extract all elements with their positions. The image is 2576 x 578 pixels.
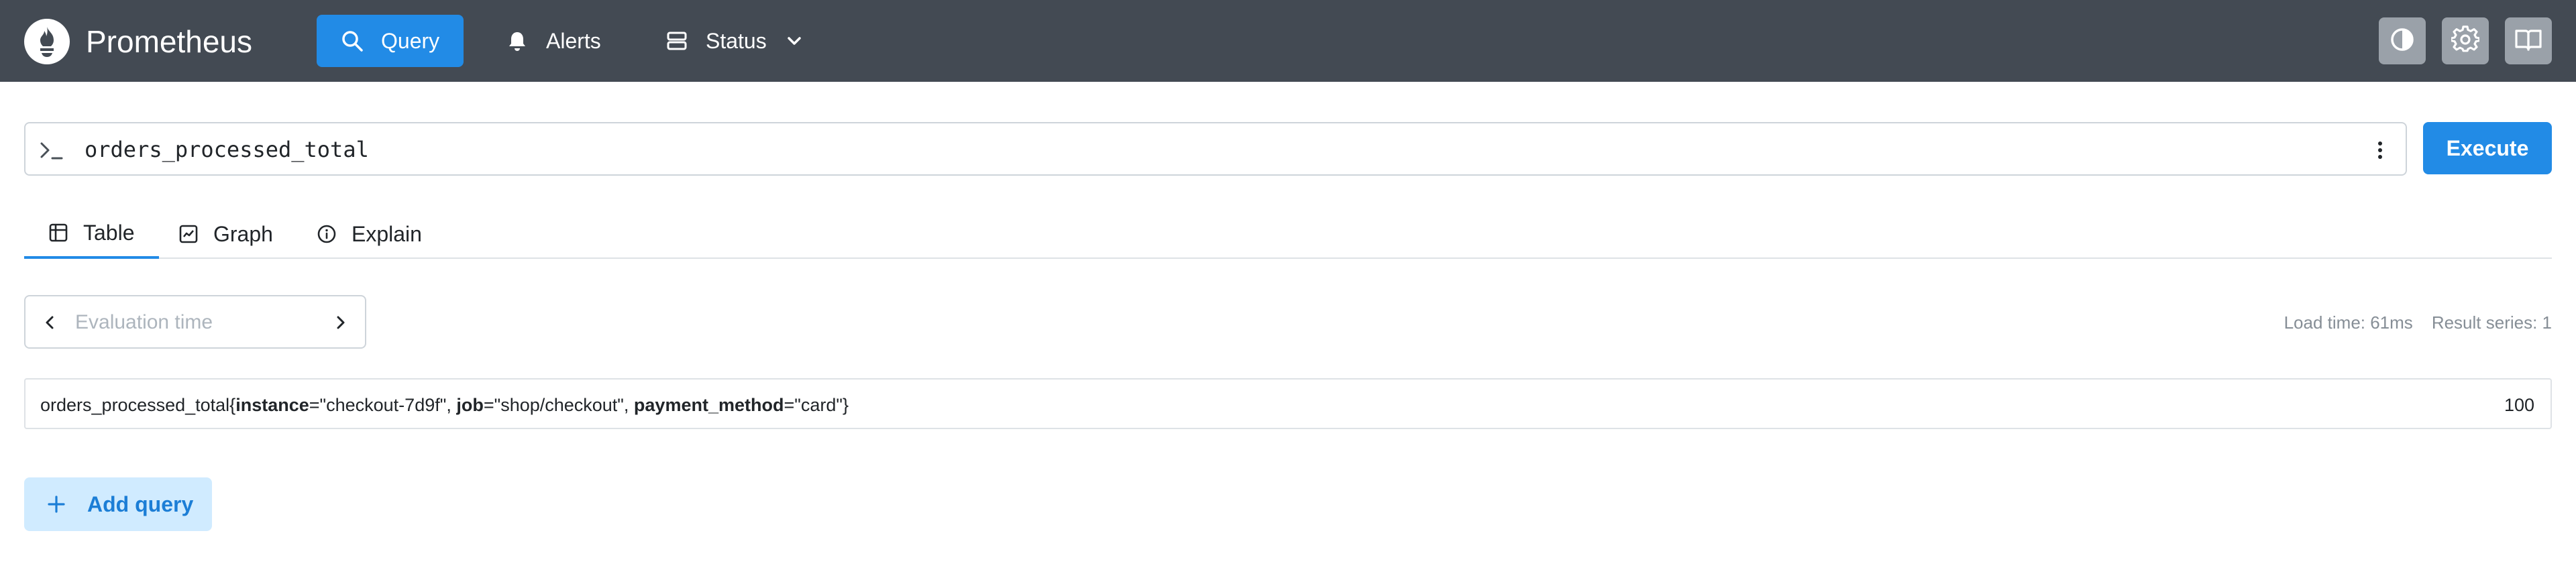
query-expression-editor[interactable]: orders_processed_total — [24, 122, 2407, 176]
plus-icon — [46, 494, 67, 515]
top-navbar: Prometheus Query Alerts Status — [0, 0, 2576, 82]
result-series-count: Result series: 1 — [2431, 312, 2552, 333]
label-value: "card" — [794, 395, 843, 415]
nav-query-button[interactable]: Query — [317, 15, 464, 67]
nav-status-label: Status — [706, 28, 767, 53]
metric-name: orders_processed_total — [40, 395, 230, 415]
label-equals: = — [309, 395, 320, 415]
label-value: "shop/checkout" — [494, 395, 624, 415]
tab-explain-label: Explain — [352, 221, 422, 246]
server-icon — [665, 30, 688, 52]
terminal-prompt-icon — [38, 137, 64, 164]
docs-button[interactable] — [2505, 17, 2552, 64]
contrast-icon — [2389, 26, 2416, 56]
sample-value: 100 — [2504, 395, 2534, 415]
chart-icon — [178, 224, 199, 244]
query-stats: Load time: 61ms Result series: 1 — [2284, 312, 2552, 333]
result-tabs: Table Graph Explain — [24, 209, 2552, 259]
label-name: payment_method — [633, 395, 784, 415]
theme-toggle-button[interactable] — [2379, 17, 2426, 64]
series-labels: orders_processed_total{instance="checkou… — [40, 394, 849, 416]
chevron-left-icon[interactable] — [40, 312, 60, 333]
search-icon — [341, 30, 364, 52]
label-equals: = — [483, 395, 494, 415]
nav-alerts-label: Alerts — [546, 28, 601, 53]
nav-query-label: Query — [381, 28, 440, 53]
labels-close-brace: } — [842, 395, 849, 415]
brand[interactable]: Prometheus — [24, 19, 252, 64]
table-icon — [48, 223, 68, 243]
add-query-button[interactable]: Add query — [24, 477, 212, 531]
gear-icon — [2450, 25, 2481, 57]
nav-status-dropdown[interactable]: Status — [641, 15, 828, 67]
tab-graph[interactable]: Graph — [154, 209, 297, 259]
load-time: Load time: 61ms — [2284, 312, 2413, 333]
bell-icon — [506, 30, 529, 52]
label-separator: , — [446, 395, 457, 415]
evaluation-time-picker — [24, 295, 366, 349]
label-separator: , — [623, 395, 634, 415]
tab-graph-label: Graph — [213, 221, 273, 246]
chevron-down-icon — [784, 31, 804, 51]
execute-button[interactable]: Execute — [2423, 122, 2552, 174]
info-circle-icon — [317, 224, 337, 244]
nav-alerts-button[interactable]: Alerts — [482, 15, 625, 67]
add-query-label: Add query — [87, 492, 194, 516]
tab-table[interactable]: Table — [24, 209, 159, 259]
more-options-icon[interactable] — [2373, 135, 2387, 165]
tab-table-label: Table — [83, 220, 135, 245]
chevron-right-icon[interactable] — [330, 312, 350, 333]
label-name: instance — [235, 395, 309, 415]
tab-explain[interactable]: Explain — [292, 209, 446, 259]
label-equals: = — [784, 395, 795, 415]
labels-open-brace: { — [229, 395, 236, 415]
book-icon — [2514, 27, 2542, 55]
label-name: job — [456, 395, 484, 415]
query-expression-text[interactable]: orders_processed_total — [85, 136, 369, 163]
label-value: "checkout-7d9f" — [319, 395, 447, 415]
settings-button[interactable] — [2442, 17, 2489, 64]
prometheus-flame-icon — [24, 19, 70, 64]
evaluation-time-input[interactable] — [75, 308, 317, 337]
brand-name: Prometheus — [86, 24, 253, 59]
table-row: orders_processed_total{instance="checkou… — [24, 378, 2552, 429]
